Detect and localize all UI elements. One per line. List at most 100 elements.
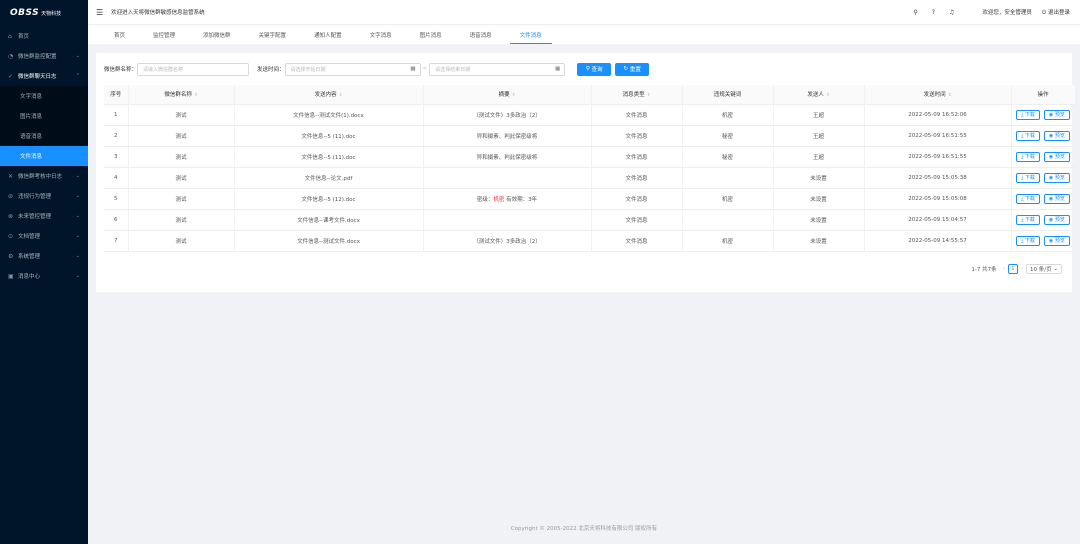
- download-button[interactable]: ⤓ 下载: [1016, 151, 1040, 162]
- download-label: 下载: [1024, 111, 1035, 118]
- download-button[interactable]: ⤓ 下载: [1016, 130, 1040, 141]
- sort-icon[interactable]: ⇕: [647, 93, 651, 98]
- cell-keyword: 秘密: [682, 146, 774, 168]
- sidebar-item-system[interactable]: ⚙ 系统管理 ⌄: [0, 246, 88, 266]
- group-name-input[interactable]: 请输入微信群名称: [137, 62, 250, 76]
- start-date-input[interactable]: 请选择开始日期 ▦: [284, 62, 421, 76]
- preview-label: 预览: [1054, 216, 1065, 223]
- preview-button[interactable]: ◉ 预览: [1043, 151, 1070, 162]
- cell-sender-text: 未设置: [810, 217, 827, 224]
- table-row: 6 测试 文件信息--课考文件.docx 文件消息 未设置 2022-05-09 15:0…: [104, 209, 1076, 231]
- sidebar-item-control[interactable]: ⊗ 未来管控管理 ⌄: [0, 206, 88, 226]
- preview-button[interactable]: ◉ 预览: [1043, 214, 1070, 225]
- sidebar-item-audit-log[interactable]: ✕ 微信群考核中日志 ⌄: [0, 166, 88, 186]
- calendar-icon: ▦: [554, 66, 561, 72]
- bell-icon[interactable]: ♫: [949, 9, 954, 16]
- cell-type: 文件消息: [591, 230, 683, 252]
- table-row: 2 测试 文件信息--5 (11).doc 异和摄素、判此保密级将 文件消息 秘密 王超 20…: [104, 125, 1076, 147]
- download-label: 下载: [1024, 174, 1035, 181]
- chevron-up-icon: ⌃: [75, 73, 80, 79]
- column-header[interactable]: 微信群名称 ⇕: [128, 85, 235, 105]
- tab-text-messages[interactable]: 文字消息: [360, 25, 402, 44]
- tab-notifier-config[interactable]: 通知人配置: [304, 25, 352, 44]
- download-icon: ⤓: [1021, 132, 1024, 139]
- cell-summary-text: 密级：: [476, 196, 494, 203]
- column-header[interactable]: 发送内容 ⇕: [234, 85, 424, 105]
- sort-icon[interactable]: ⇕: [948, 93, 952, 98]
- tab-add-group[interactable]: 添加微信群: [193, 25, 241, 44]
- sort-icon[interactable]: ⇕: [194, 93, 198, 98]
- sidebar-item-violation[interactable]: ⊘ 违规行为管理 ⌄: [0, 186, 88, 206]
- column-header[interactable]: 发送时间 ⇕: [864, 85, 1012, 105]
- cell-content-text: 文件信息--5 (11).doc: [301, 154, 356, 161]
- sidebar-item-monitor-config[interactable]: ◔ 微信群监控配置 ⌄: [0, 46, 88, 66]
- preview-button[interactable]: ◉ 预览: [1043, 109, 1070, 120]
- cell-no: 3: [104, 146, 129, 168]
- download-button[interactable]: ⤓ 下载: [1016, 214, 1040, 225]
- help-icon[interactable]: ?: [932, 9, 935, 16]
- page-1-button[interactable]: 1: [1007, 264, 1018, 274]
- page-size-select[interactable]: 10 条/页 ⌄: [1026, 264, 1062, 274]
- cell-summary: （测试文件）3多政治（2）: [423, 104, 592, 126]
- logo-brand: OBSS: [10, 8, 40, 18]
- menu-fold-icon[interactable]: ☰: [96, 8, 103, 17]
- sidebar-item-label: 微信群监控配置: [18, 54, 57, 60]
- sidebar-item-label: 违规行为管理: [18, 194, 52, 200]
- tab-file-messages[interactable]: 文件消息: [509, 25, 552, 44]
- user-greeting[interactable]: 欢迎您，安全管理员: [982, 8, 1032, 16]
- sidebar-subitem-image[interactable]: 图片消息: [0, 106, 88, 126]
- cell-no: 1: [104, 104, 129, 126]
- cell-keyword-text: 秘密: [721, 154, 733, 161]
- column-header[interactable]: 消息类型 ⇕: [591, 85, 683, 105]
- prev-page-button[interactable]: ‹: [1003, 266, 1005, 272]
- download-button[interactable]: ⤓ 下载: [1016, 172, 1040, 183]
- tab-keyword-config[interactable]: 关键字配置: [249, 25, 297, 44]
- tab-voice-messages[interactable]: 语音消息: [460, 25, 502, 44]
- end-date-input[interactable]: 请选择结束日期 ▦: [429, 62, 566, 76]
- settings-icon: ◔: [8, 52, 14, 60]
- sidebar-subitem-voice[interactable]: 语音消息: [0, 126, 88, 146]
- cell-time-text: 2022-05-09 16:51:55: [908, 153, 967, 160]
- cell-sender: 未设置: [773, 167, 865, 189]
- column-header-label: 微信群名称: [164, 92, 192, 99]
- sidebar-item-document[interactable]: ⊙ 文档管理 ⌄: [0, 226, 88, 246]
- search-button[interactable]: ⚲ 查询: [577, 62, 612, 76]
- cell-actions: ⤓ 下载 ◉ 预览: [1011, 209, 1076, 231]
- sidebar-subitem-text[interactable]: 文字消息: [0, 86, 88, 106]
- reset-button[interactable]: ↻ 重置: [615, 62, 650, 76]
- sort-icon[interactable]: ⇕: [512, 93, 516, 98]
- logout-button[interactable]: ⏻ 退出登录: [1042, 8, 1070, 17]
- search-icon[interactable]: ⚲: [913, 9, 917, 16]
- cell-sender-text: 未设置: [810, 196, 827, 203]
- welcome-text: 欢迎进入天将微信群敏感信息监管系统: [111, 10, 205, 16]
- download-button[interactable]: ⤓ 下载: [1016, 235, 1040, 246]
- preview-button[interactable]: ◉ 预览: [1043, 172, 1070, 183]
- sort-icon[interactable]: ⇕: [826, 93, 830, 98]
- close-icon: ✕: [8, 172, 14, 180]
- sidebar-item-chat-log[interactable]: ✓ 微信群聊天日志 ⌃: [0, 66, 88, 86]
- download-icon: ⤓: [1021, 216, 1024, 223]
- preview-button[interactable]: ◉ 预览: [1043, 130, 1070, 141]
- file-messages-table: 序号 微信群名称 ⇕ 发送内容 ⇕ 摘要 ⇕ 消息类型 ⇕ 违规关键词 发送人 ⇕ 发送时间 ⇕ 操作 1测…: [104, 85, 1076, 252]
- cell-content-text: 文件信息--5 (12).doc: [301, 196, 356, 203]
- sidebar-item-home[interactable]: ⌂ 首页: [0, 26, 88, 46]
- tab-home[interactable]: 首页: [104, 25, 135, 44]
- eye-icon: ◉: [1048, 216, 1054, 223]
- logo: OBSS 天物科技: [0, 0, 88, 26]
- sidebar-item-messages[interactable]: ▣ 消息中心 ⌄: [0, 266, 88, 286]
- tab-image-messages[interactable]: 图片消息: [410, 25, 452, 44]
- preview-button[interactable]: ◉ 预览: [1043, 193, 1070, 204]
- preview-button[interactable]: ◉ 预览: [1043, 235, 1070, 246]
- column-header[interactable]: 摘要 ⇕: [423, 85, 592, 105]
- download-button[interactable]: ⤓ 下载: [1016, 109, 1040, 120]
- sort-icon[interactable]: ⇕: [339, 93, 343, 98]
- refresh-icon: ↻: [623, 66, 629, 72]
- cell-time-text: 2022-05-09 16:52:06: [908, 111, 967, 118]
- download-button[interactable]: ⤓ 下载: [1016, 193, 1040, 204]
- sidebar-subitem-file[interactable]: 文件消息: [0, 146, 88, 166]
- next-page-button[interactable]: ›: [1021, 266, 1023, 272]
- column-header[interactable]: 发送人 ⇕: [773, 85, 865, 105]
- tab-monitor[interactable]: 监控管理: [143, 25, 185, 44]
- cell-no-text: 7: [114, 237, 118, 244]
- eye-icon: ◉: [1048, 195, 1054, 202]
